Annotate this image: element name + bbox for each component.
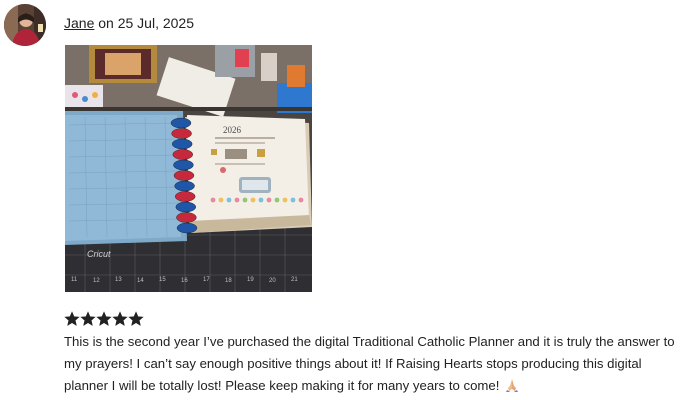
binder-disc [171, 128, 192, 139]
ruler-number: 17 [203, 277, 210, 283]
ruler-number: 15 [159, 277, 166, 283]
ruler-number: 11 [71, 277, 78, 283]
planner-cover-year: 2026 [223, 125, 242, 135]
ruler-number: 16 [181, 278, 188, 284]
binder-disc [170, 117, 192, 129]
ruler-number: 18 [225, 278, 232, 284]
binder-disc [171, 138, 193, 150]
ruler-number: 12 [93, 278, 100, 284]
reviewer-name-link[interactable]: Jane [64, 15, 94, 31]
star-icon [80, 311, 96, 327]
review-body: This is the second year I’ve purchased t… [64, 334, 675, 393]
ruler-number: 19 [247, 277, 254, 283]
ruler-number: 20 [269, 278, 276, 284]
praying-hands-icon [505, 377, 519, 392]
binder-disc [173, 159, 194, 171]
star-icon [96, 311, 112, 327]
review-date: on 25 Jul, 2025 [98, 15, 194, 31]
binder-disc [174, 191, 196, 202]
review-photo[interactable]: Cricut 11 12 13 14 15 16 17 18 19 20 21 2026 [65, 45, 312, 292]
star-rating [64, 311, 144, 329]
review-text: This is the second year I’ve purchased t… [64, 331, 680, 397]
star-icon [64, 311, 80, 327]
ruler-number: 13 [115, 277, 122, 283]
review-card: Jane on 25 Jul, 2025 Cricut 11 12 13 14 … [0, 0, 681, 400]
binder-disc [173, 170, 195, 181]
review-meta: Jane on 25 Jul, 2025 [64, 15, 194, 31]
mat-brand-text: Cricut [87, 249, 111, 259]
binder-disc [175, 201, 197, 213]
reviewer-avatar[interactable] [4, 4, 46, 46]
binder-disc [174, 180, 195, 192]
binder-disc [176, 222, 198, 234]
ruler-number: 14 [137, 278, 144, 284]
ruler-number: 21 [291, 277, 298, 283]
binder-disc [172, 149, 194, 160]
star-icon [112, 311, 128, 327]
star-icon [128, 311, 144, 327]
binder-disc [176, 212, 197, 223]
